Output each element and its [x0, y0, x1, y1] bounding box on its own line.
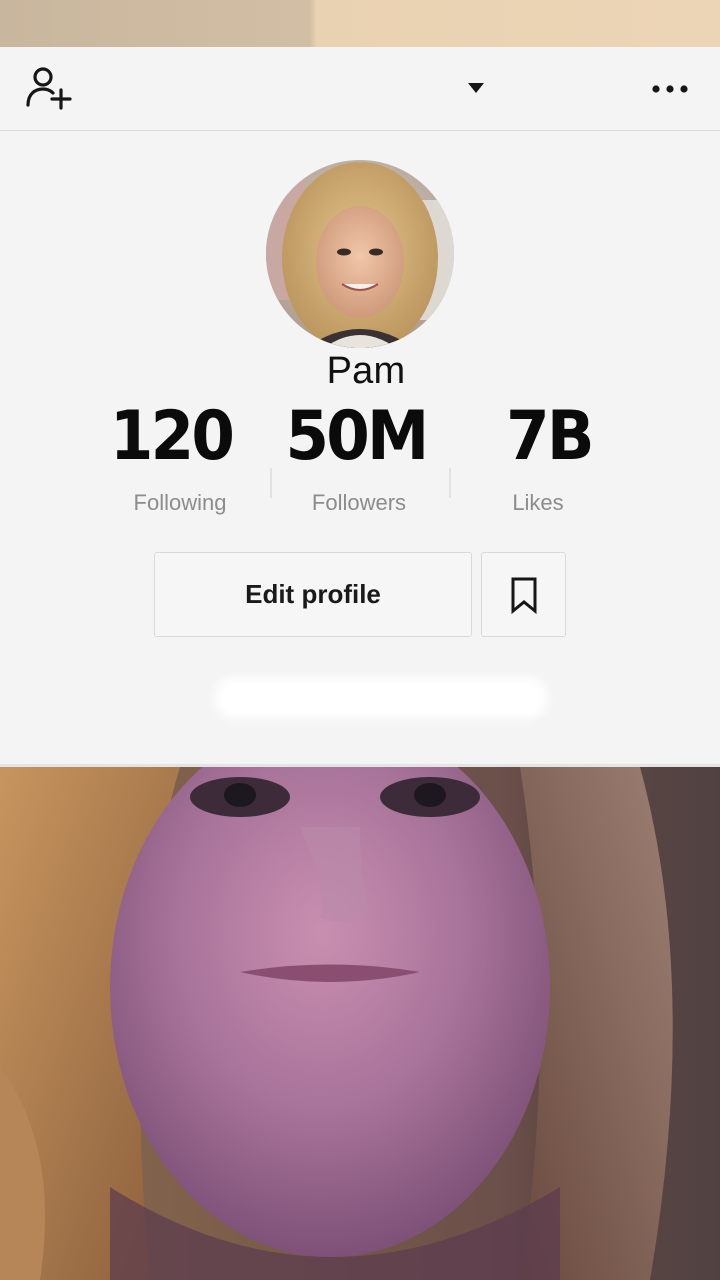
- add-user-icon: [26, 67, 72, 110]
- camera-photo: [0, 767, 720, 1280]
- account-switcher-dropdown[interactable]: [460, 75, 492, 103]
- add-friend-button[interactable]: [22, 65, 76, 113]
- favorites-button[interactable]: [481, 552, 566, 637]
- profile-section: Pam 120 Following 50M Followers 7B Likes…: [0, 132, 720, 766]
- camera-background-strip: [0, 0, 720, 47]
- stat-divider: [270, 468, 272, 498]
- profile-avatar[interactable]: [266, 160, 454, 348]
- camera-feed: [0, 767, 720, 1280]
- more-options-button[interactable]: [644, 73, 696, 105]
- following-label: Following: [133, 490, 227, 515]
- following-count: 120: [109, 397, 235, 476]
- likes-count: 7B: [506, 397, 594, 476]
- more-horizontal-icon: [652, 85, 688, 93]
- profile-name: Pam: [326, 350, 406, 392]
- edit-profile-button[interactable]: Edit profile: [154, 552, 472, 637]
- followers-count: 50M: [285, 397, 429, 476]
- caret-down-icon: [468, 83, 484, 93]
- likes-label: Likes: [512, 490, 564, 515]
- stat-divider: [449, 468, 451, 498]
- avatar-photo: [266, 160, 454, 348]
- profile-header: [0, 47, 720, 131]
- followers-label: Followers: [311, 490, 407, 515]
- redacted-bio: [214, 677, 548, 719]
- bookmark-icon: [511, 577, 536, 614]
